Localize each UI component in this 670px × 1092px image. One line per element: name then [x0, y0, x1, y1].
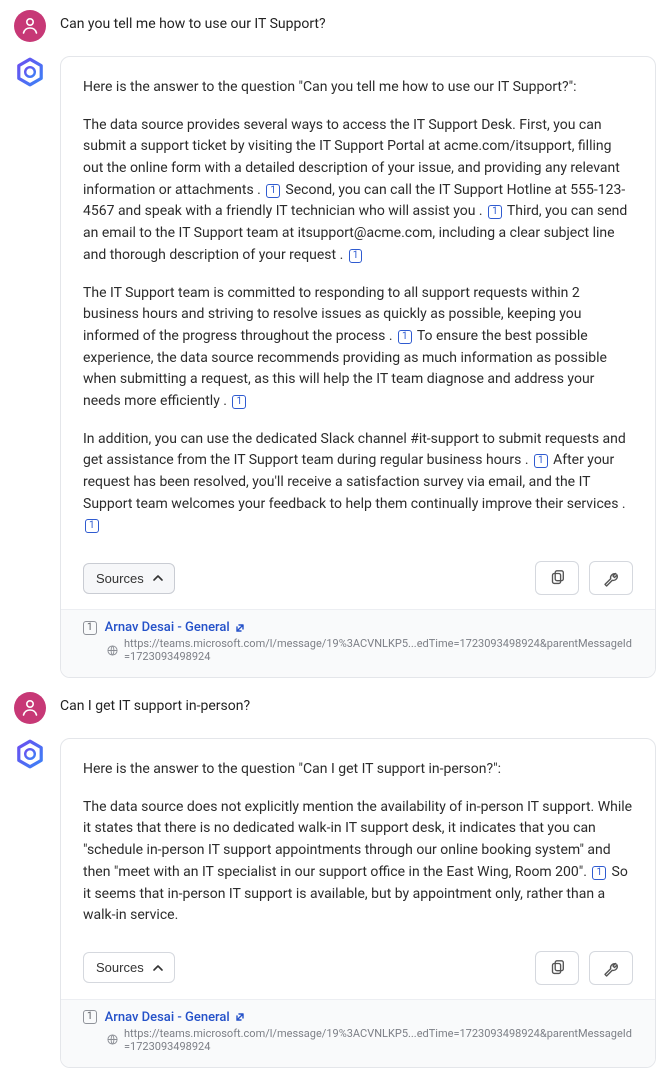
source-item: 1 Arnav Desai - General [83, 620, 633, 635]
chevron-up-icon [152, 573, 162, 583]
tools-button[interactable] [589, 561, 633, 595]
sources-panel: 1 Arnav Desai - General https://teams.mi… [61, 609, 655, 677]
bot-content: Here is the answer to the question "Can … [61, 739, 655, 951]
source-title: Arnav Desai - General [105, 1010, 230, 1025]
external-link-icon [234, 622, 246, 634]
source-index-badge: 1 [83, 1010, 97, 1024]
action-buttons [535, 561, 633, 595]
sources-label: Sources [96, 960, 144, 975]
source-link[interactable]: Arnav Desai - General [105, 620, 246, 635]
copy-icon [548, 959, 566, 977]
user-message: Can you tell me how to use our IT Suppor… [14, 10, 656, 42]
sources-toggle-button[interactable]: Sources [83, 952, 175, 983]
sources-toggle-button[interactable]: Sources [83, 563, 175, 594]
bot-bubble: Here is the answer to the question "Can … [60, 56, 656, 678]
globe-icon [107, 1034, 118, 1045]
user-avatar [14, 10, 46, 42]
external-link-icon [234, 1011, 246, 1023]
user-avatar [14, 692, 46, 724]
answer-paragraph: The data source does not explicitly ment… [83, 797, 633, 927]
answer-intro: Here is the answer to the question "Can … [83, 759, 633, 781]
sources-panel: 1 Arnav Desai - General https://teams.mi… [61, 999, 655, 1067]
citation-badge[interactable]: 1 [592, 866, 606, 880]
user-message-text: Can I get IT support in-person? [60, 692, 250, 714]
source-index-badge: 1 [83, 621, 97, 635]
bot-logo-icon [14, 54, 46, 90]
answer-intro: Here is the answer to the question "Can … [83, 77, 633, 99]
bot-content: Here is the answer to the question "Can … [61, 57, 655, 561]
source-item: 1 Arnav Desai - General [83, 1010, 633, 1025]
copy-icon [548, 569, 566, 587]
answer-paragraph: In addition, you can use the dedicated S… [83, 429, 633, 537]
sources-label: Sources [96, 571, 144, 586]
answer-paragraph: The data source provides several ways to… [83, 115, 633, 267]
tools-button[interactable] [589, 951, 633, 985]
citation-badge[interactable]: 1 [488, 205, 502, 219]
action-buttons [535, 951, 633, 985]
globe-icon [107, 645, 118, 656]
citation-badge[interactable]: 1 [232, 395, 246, 409]
citation-badge[interactable]: 1 [349, 249, 363, 263]
citation-badge[interactable]: 1 [266, 184, 280, 198]
user-message-text: Can you tell me how to use our IT Suppor… [60, 10, 326, 32]
citation-badge[interactable]: 1 [534, 454, 548, 468]
person-icon [18, 14, 42, 38]
actions-row: Sources [61, 561, 655, 609]
source-url: https://teams.microsoft.com/l/message/19… [107, 1027, 633, 1053]
source-title: Arnav Desai - General [105, 620, 230, 635]
source-link[interactable]: Arnav Desai - General [105, 1010, 246, 1025]
copy-button[interactable] [535, 561, 579, 595]
bot-message: Here is the answer to the question "Can … [14, 56, 656, 678]
chevron-up-icon [152, 963, 162, 973]
bot-avatar [14, 56, 46, 88]
bot-logo-icon [14, 736, 46, 772]
user-message: Can I get IT support in-person? [14, 692, 656, 724]
wrench-icon [602, 959, 620, 977]
citation-badge[interactable]: 1 [85, 519, 99, 533]
answer-paragraph: The IT Support team is committed to resp… [83, 283, 633, 413]
bot-bubble: Here is the answer to the question "Can … [60, 738, 656, 1068]
bot-message: Here is the answer to the question "Can … [14, 738, 656, 1068]
actions-row: Sources [61, 951, 655, 999]
copy-button[interactable] [535, 951, 579, 985]
wrench-icon [602, 569, 620, 587]
person-icon [18, 696, 42, 720]
source-url: https://teams.microsoft.com/l/message/19… [107, 637, 633, 663]
bot-avatar [14, 738, 46, 770]
citation-badge[interactable]: 1 [398, 330, 412, 344]
